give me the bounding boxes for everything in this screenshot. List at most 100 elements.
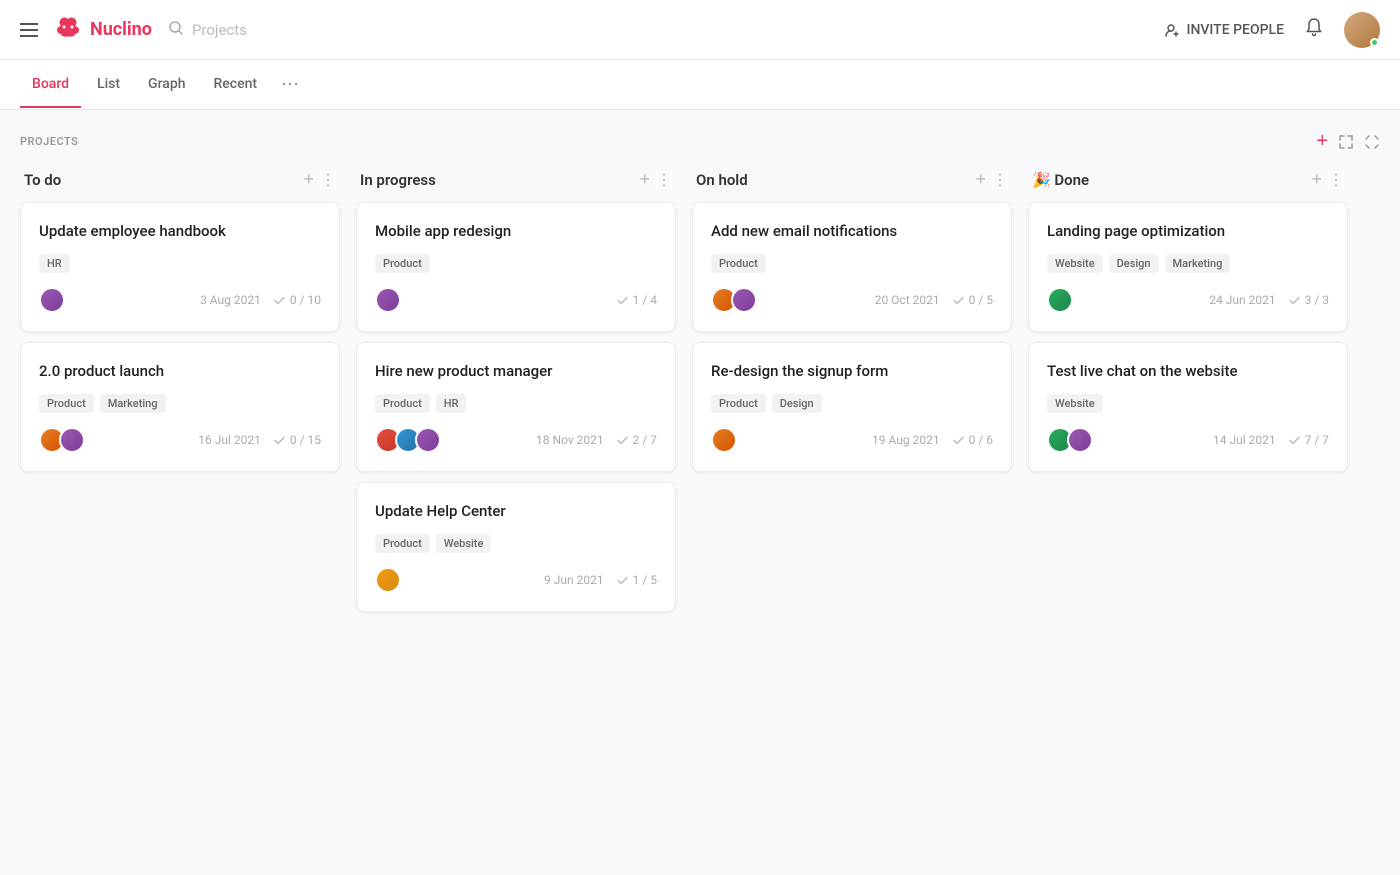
card-test-live-chat[interactable]: Test live chat on the website Website 14… bbox=[1028, 342, 1348, 472]
add-column-button[interactable]: + bbox=[1316, 130, 1328, 153]
card-tags: HR bbox=[39, 254, 321, 273]
card-date: 16 Jul 2021 bbox=[198, 433, 261, 447]
card-tasks: 1 / 5 bbox=[616, 573, 657, 587]
card-title: Re-design the signup form bbox=[711, 361, 993, 382]
card-assignees bbox=[1047, 427, 1093, 453]
column-header-in-progress: In progress + ⋮ bbox=[356, 169, 676, 190]
tab-graph[interactable]: Graph bbox=[136, 62, 197, 108]
header-left: Nuclino Projects bbox=[20, 16, 1164, 44]
tag-website: Website bbox=[1047, 394, 1103, 413]
column-header-on-hold: On hold + ⋮ bbox=[692, 169, 1012, 190]
card-title: Test live chat on the website bbox=[1047, 361, 1329, 382]
card-tags: Product bbox=[711, 254, 993, 273]
column-menu-todo-button[interactable]: ⋮ bbox=[320, 170, 336, 190]
tasks-icon bbox=[616, 434, 629, 447]
column-menu-on-hold-button[interactable]: ⋮ bbox=[992, 170, 1008, 190]
card-tasks: 1 / 4 bbox=[616, 293, 657, 307]
card-tasks: 0 / 5 bbox=[952, 293, 993, 307]
board-area: PROJECTS + To do + ⋮ Update employee han… bbox=[0, 110, 1400, 642]
search-icon bbox=[168, 20, 184, 40]
add-card-on-hold-button[interactable]: + bbox=[975, 169, 986, 190]
avatar bbox=[39, 287, 65, 313]
tag-hr: HR bbox=[39, 254, 70, 273]
tag-product: Product bbox=[375, 534, 430, 553]
add-card-done-button[interactable]: + bbox=[1311, 169, 1322, 190]
card-footer: 3 Aug 2021 0 / 10 bbox=[39, 287, 321, 313]
card-footer: 24 Jun 2021 3 / 3 bbox=[1047, 287, 1329, 313]
column-title-done: 🎉 Done bbox=[1032, 171, 1089, 189]
column-header-done: 🎉 Done + ⋮ bbox=[1028, 169, 1348, 190]
column-menu-done-button[interactable]: ⋮ bbox=[1328, 170, 1344, 190]
add-person-icon bbox=[1164, 22, 1180, 38]
card-assignees bbox=[39, 427, 85, 453]
card-tags: Product Marketing bbox=[39, 394, 321, 413]
tabs-more-button[interactable]: ⋯ bbox=[273, 60, 307, 109]
card-assignees bbox=[1047, 287, 1073, 313]
tag-design: Design bbox=[772, 394, 822, 413]
card-footer: 1 / 4 bbox=[375, 287, 657, 313]
user-avatar[interactable] bbox=[1344, 12, 1380, 48]
column-todo: To do + ⋮ Update employee handbook HR 3 … bbox=[20, 169, 340, 622]
card-footer: 16 Jul 2021 0 / 15 bbox=[39, 427, 321, 453]
card-tags: Website bbox=[1047, 394, 1329, 413]
card-redesign-signup-form[interactable]: Re-design the signup form Product Design… bbox=[692, 342, 1012, 472]
tag-marketing: Marketing bbox=[1165, 254, 1231, 273]
tasks-icon bbox=[952, 294, 965, 307]
column-title-in-progress: In progress bbox=[360, 171, 436, 189]
column-title-on-hold: On hold bbox=[696, 171, 748, 189]
tag-website: Website bbox=[1047, 254, 1103, 273]
card-update-employee-handbook[interactable]: Update employee handbook HR 3 Aug 2021 0… bbox=[20, 202, 340, 332]
column-in-progress: In progress + ⋮ Mobile app redesign Prod… bbox=[356, 169, 676, 622]
tag-marketing: Marketing bbox=[100, 394, 166, 413]
online-indicator bbox=[1370, 38, 1379, 47]
add-card-todo-button[interactable]: + bbox=[303, 169, 314, 190]
column-actions-todo: + ⋮ bbox=[303, 169, 336, 190]
card-date: 3 Aug 2021 bbox=[200, 293, 261, 307]
notifications-button[interactable] bbox=[1304, 17, 1324, 42]
tab-recent[interactable]: Recent bbox=[201, 62, 269, 108]
card-tasks: 0 / 15 bbox=[273, 433, 321, 447]
kanban-board: To do + ⋮ Update employee handbook HR 3 … bbox=[20, 169, 1380, 622]
avatar bbox=[711, 427, 737, 453]
card-meta: 16 Jul 2021 0 / 15 bbox=[198, 433, 321, 447]
tag-design: Design bbox=[1109, 254, 1159, 273]
card-add-email-notifications[interactable]: Add new email notifications Product 20 O… bbox=[692, 202, 1012, 332]
tab-board[interactable]: Board bbox=[20, 62, 81, 108]
tag-product: Product bbox=[39, 394, 94, 413]
column-title-todo: To do bbox=[24, 171, 61, 189]
tab-list[interactable]: List bbox=[85, 62, 132, 108]
card-mobile-app-redesign[interactable]: Mobile app redesign Product 1 / 4 bbox=[356, 202, 676, 332]
search-bar[interactable]: Projects bbox=[168, 20, 247, 40]
card-assignees bbox=[375, 567, 401, 593]
tag-website: Website bbox=[436, 534, 492, 553]
tasks-icon bbox=[1288, 434, 1301, 447]
card-meta: 9 Jun 2021 1 / 5 bbox=[544, 573, 657, 587]
card-assignees bbox=[39, 287, 65, 313]
card-landing-page-optimization[interactable]: Landing page optimization Website Design… bbox=[1028, 202, 1348, 332]
invite-people-button[interactable]: INVITE PEOPLE bbox=[1164, 22, 1284, 38]
expand-button[interactable] bbox=[1338, 134, 1354, 150]
board-actions: + bbox=[1316, 130, 1380, 153]
card-tasks: 0 / 10 bbox=[273, 293, 321, 307]
column-actions-on-hold: + ⋮ bbox=[975, 169, 1008, 190]
column-menu-in-progress-button[interactable]: ⋮ bbox=[656, 170, 672, 190]
card-tags: Product bbox=[375, 254, 657, 273]
card-title: Hire new product manager bbox=[375, 361, 657, 382]
tag-product: Product bbox=[711, 394, 766, 413]
tasks-icon bbox=[616, 574, 629, 587]
card-meta: 14 Jul 2021 7 / 7 bbox=[1213, 433, 1329, 447]
card-title: Update employee handbook bbox=[39, 221, 321, 242]
card-date: 18 Nov 2021 bbox=[536, 433, 604, 447]
logo[interactable]: Nuclino bbox=[54, 16, 152, 44]
add-card-in-progress-button[interactable]: + bbox=[639, 169, 650, 190]
card-update-help-center[interactable]: Update Help Center Product Website 9 Jun… bbox=[356, 482, 676, 612]
card-title: Landing page optimization bbox=[1047, 221, 1329, 242]
tag-product: Product bbox=[375, 394, 430, 413]
card-product-launch[interactable]: 2.0 product launch Product Marketing 16 … bbox=[20, 342, 340, 472]
card-hire-product-manager[interactable]: Hire new product manager Product HR 18 N… bbox=[356, 342, 676, 472]
card-footer: 9 Jun 2021 1 / 5 bbox=[375, 567, 657, 593]
hamburger-button[interactable] bbox=[20, 23, 38, 37]
logo-text: Nuclino bbox=[90, 19, 152, 40]
card-title: Add new email notifications bbox=[711, 221, 993, 242]
collapse-button[interactable] bbox=[1364, 134, 1380, 150]
